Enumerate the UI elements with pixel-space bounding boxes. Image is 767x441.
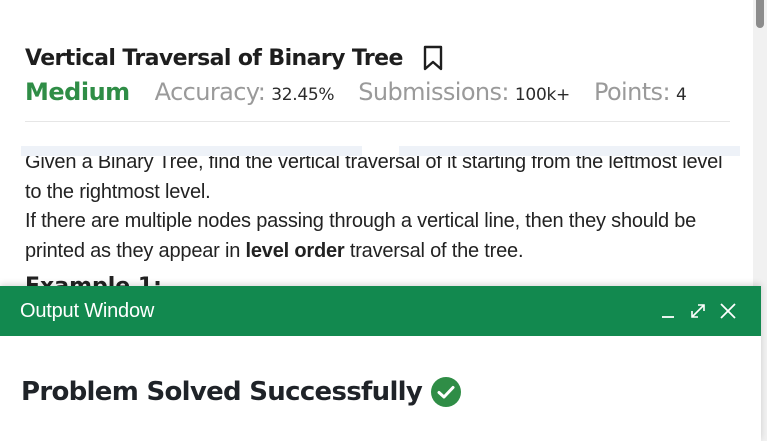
result-panel-right	[399, 146, 740, 156]
output-window-controls	[649, 300, 761, 322]
problem-description: Given a Binary Tree, find the vertical t…	[25, 148, 725, 266]
expand-icon[interactable]	[687, 300, 709, 322]
problem-title: Vertical Traversal of Binary Tree	[25, 45, 403, 71]
submissions-label: Submissions:	[358, 78, 509, 106]
description-emphasis: level order	[245, 239, 345, 262]
output-window-body: Problem Solved Successfully	[0, 336, 761, 441]
minimize-icon[interactable]	[657, 300, 679, 322]
output-window: Output Window Problem Solved Successfull…	[0, 286, 761, 441]
difficulty-badge: Medium	[25, 78, 130, 106]
problem-header: Vertical Traversal of Binary Tree Medium…	[25, 38, 730, 112]
points-value: 4	[675, 85, 687, 105]
result-panel-left	[21, 146, 362, 156]
problem-meta: Medium Accuracy: 32.45% Submissions: 100…	[25, 78, 730, 112]
points-label: Points:	[593, 78, 671, 106]
status-row: Problem Solved Successfully	[21, 376, 462, 408]
scrollbar-thumb[interactable]	[756, 0, 764, 28]
bookmark-icon[interactable]	[423, 45, 443, 71]
check-circle-icon	[430, 376, 462, 408]
output-window-header: Output Window	[0, 286, 761, 336]
header-divider	[25, 121, 730, 122]
status-message: Problem Solved Successfully	[21, 377, 423, 407]
submissions-value: 100k+	[514, 85, 570, 105]
description-paragraph-1: Given a Binary Tree, find the vertical t…	[25, 151, 723, 203]
close-icon[interactable]	[717, 300, 739, 322]
output-window-title: Output Window	[20, 299, 155, 322]
description-text-end: traversal of the tree.	[344, 239, 524, 262]
accuracy-value: 32.45%	[271, 85, 335, 105]
accuracy-label: Accuracy:	[154, 78, 266, 106]
description-paragraph-2: If there are multiple nodes passing thro…	[25, 207, 725, 266]
title-row: Vertical Traversal of Binary Tree	[25, 38, 730, 78]
